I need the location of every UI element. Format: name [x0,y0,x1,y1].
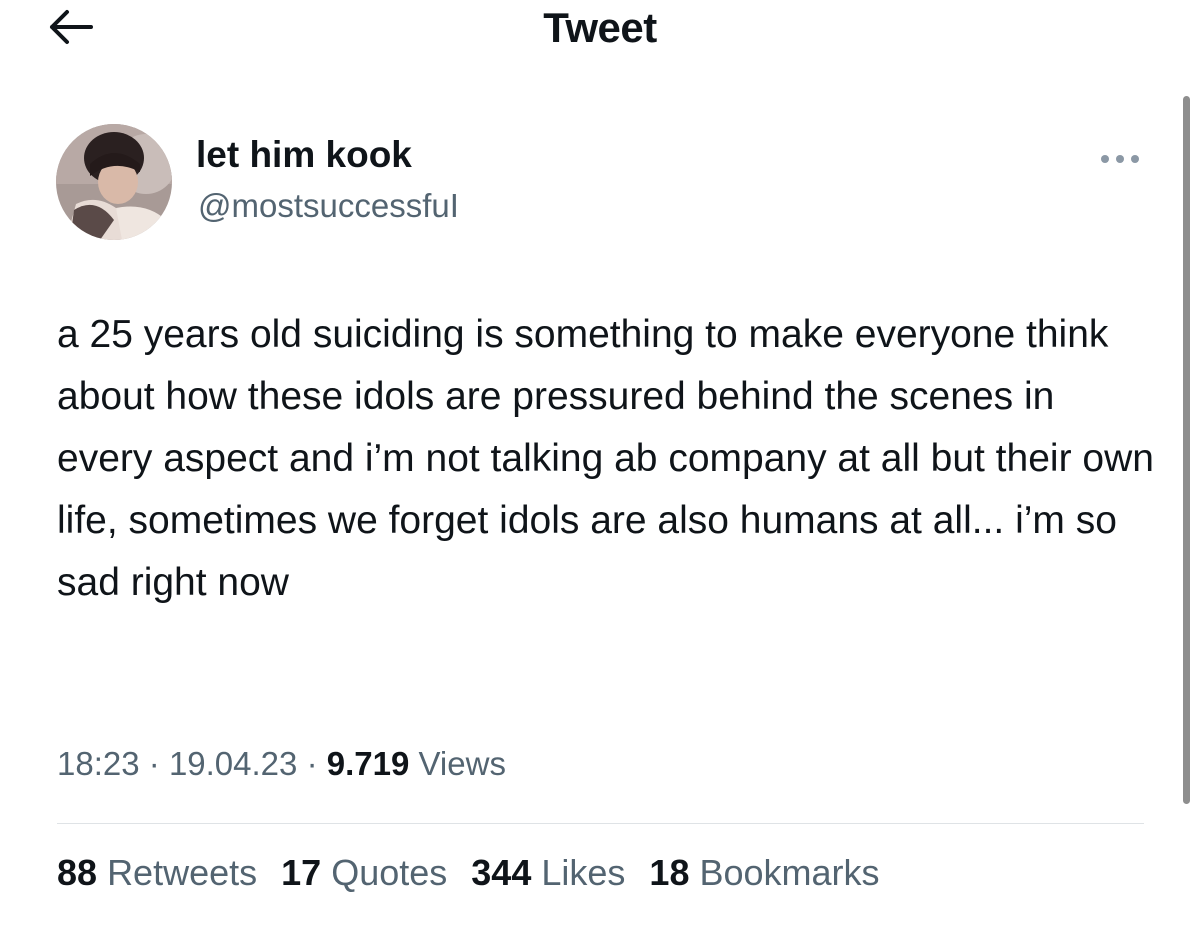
tweet-date[interactable]: 19.04.23 [169,745,297,782]
quotes-stat[interactable]: 17 Quotes [281,852,447,894]
likes-stat[interactable]: 344 Likes [471,852,625,894]
quotes-count: 17 [281,852,322,893]
tweet-text: a 25 years old suiciding is something to… [57,313,1154,604]
retweets-label: Retweets [107,852,258,893]
views-count: 9.719 [326,745,410,782]
more-horizontal-icon [1101,155,1139,163]
tweet-meta: 18:23 · 19.04.23 · 9.719 Views [57,745,506,783]
divider [57,823,1144,824]
engagement-stats: 88 Retweets 17 Quotes 344 Likes 18 Bookm… [57,852,880,894]
author-name[interactable]: let him kook [196,134,412,176]
bookmarks-stat[interactable]: 18 Bookmarks [649,852,879,894]
quotes-label: Quotes [331,852,448,893]
more-button[interactable] [1094,146,1146,172]
page-title: Tweet [543,4,657,51]
likes-label: Likes [541,852,626,893]
retweets-count: 88 [57,852,98,893]
top-bar: Tweet [0,0,1200,60]
views-label: Views [418,745,506,782]
avatar[interactable] [56,124,172,240]
bookmarks-label: Bookmarks [699,852,880,893]
retweets-stat[interactable]: 88 Retweets [57,852,257,894]
scrollbar[interactable] [1183,96,1190,804]
bookmarks-count: 18 [649,852,690,893]
meta-separator: · [148,745,160,782]
tweet-time[interactable]: 18:23 [57,745,140,782]
likes-count: 344 [471,852,532,893]
meta-separator: · [306,745,318,782]
author-handle[interactable]: @mostsuccessfuI [198,187,459,225]
